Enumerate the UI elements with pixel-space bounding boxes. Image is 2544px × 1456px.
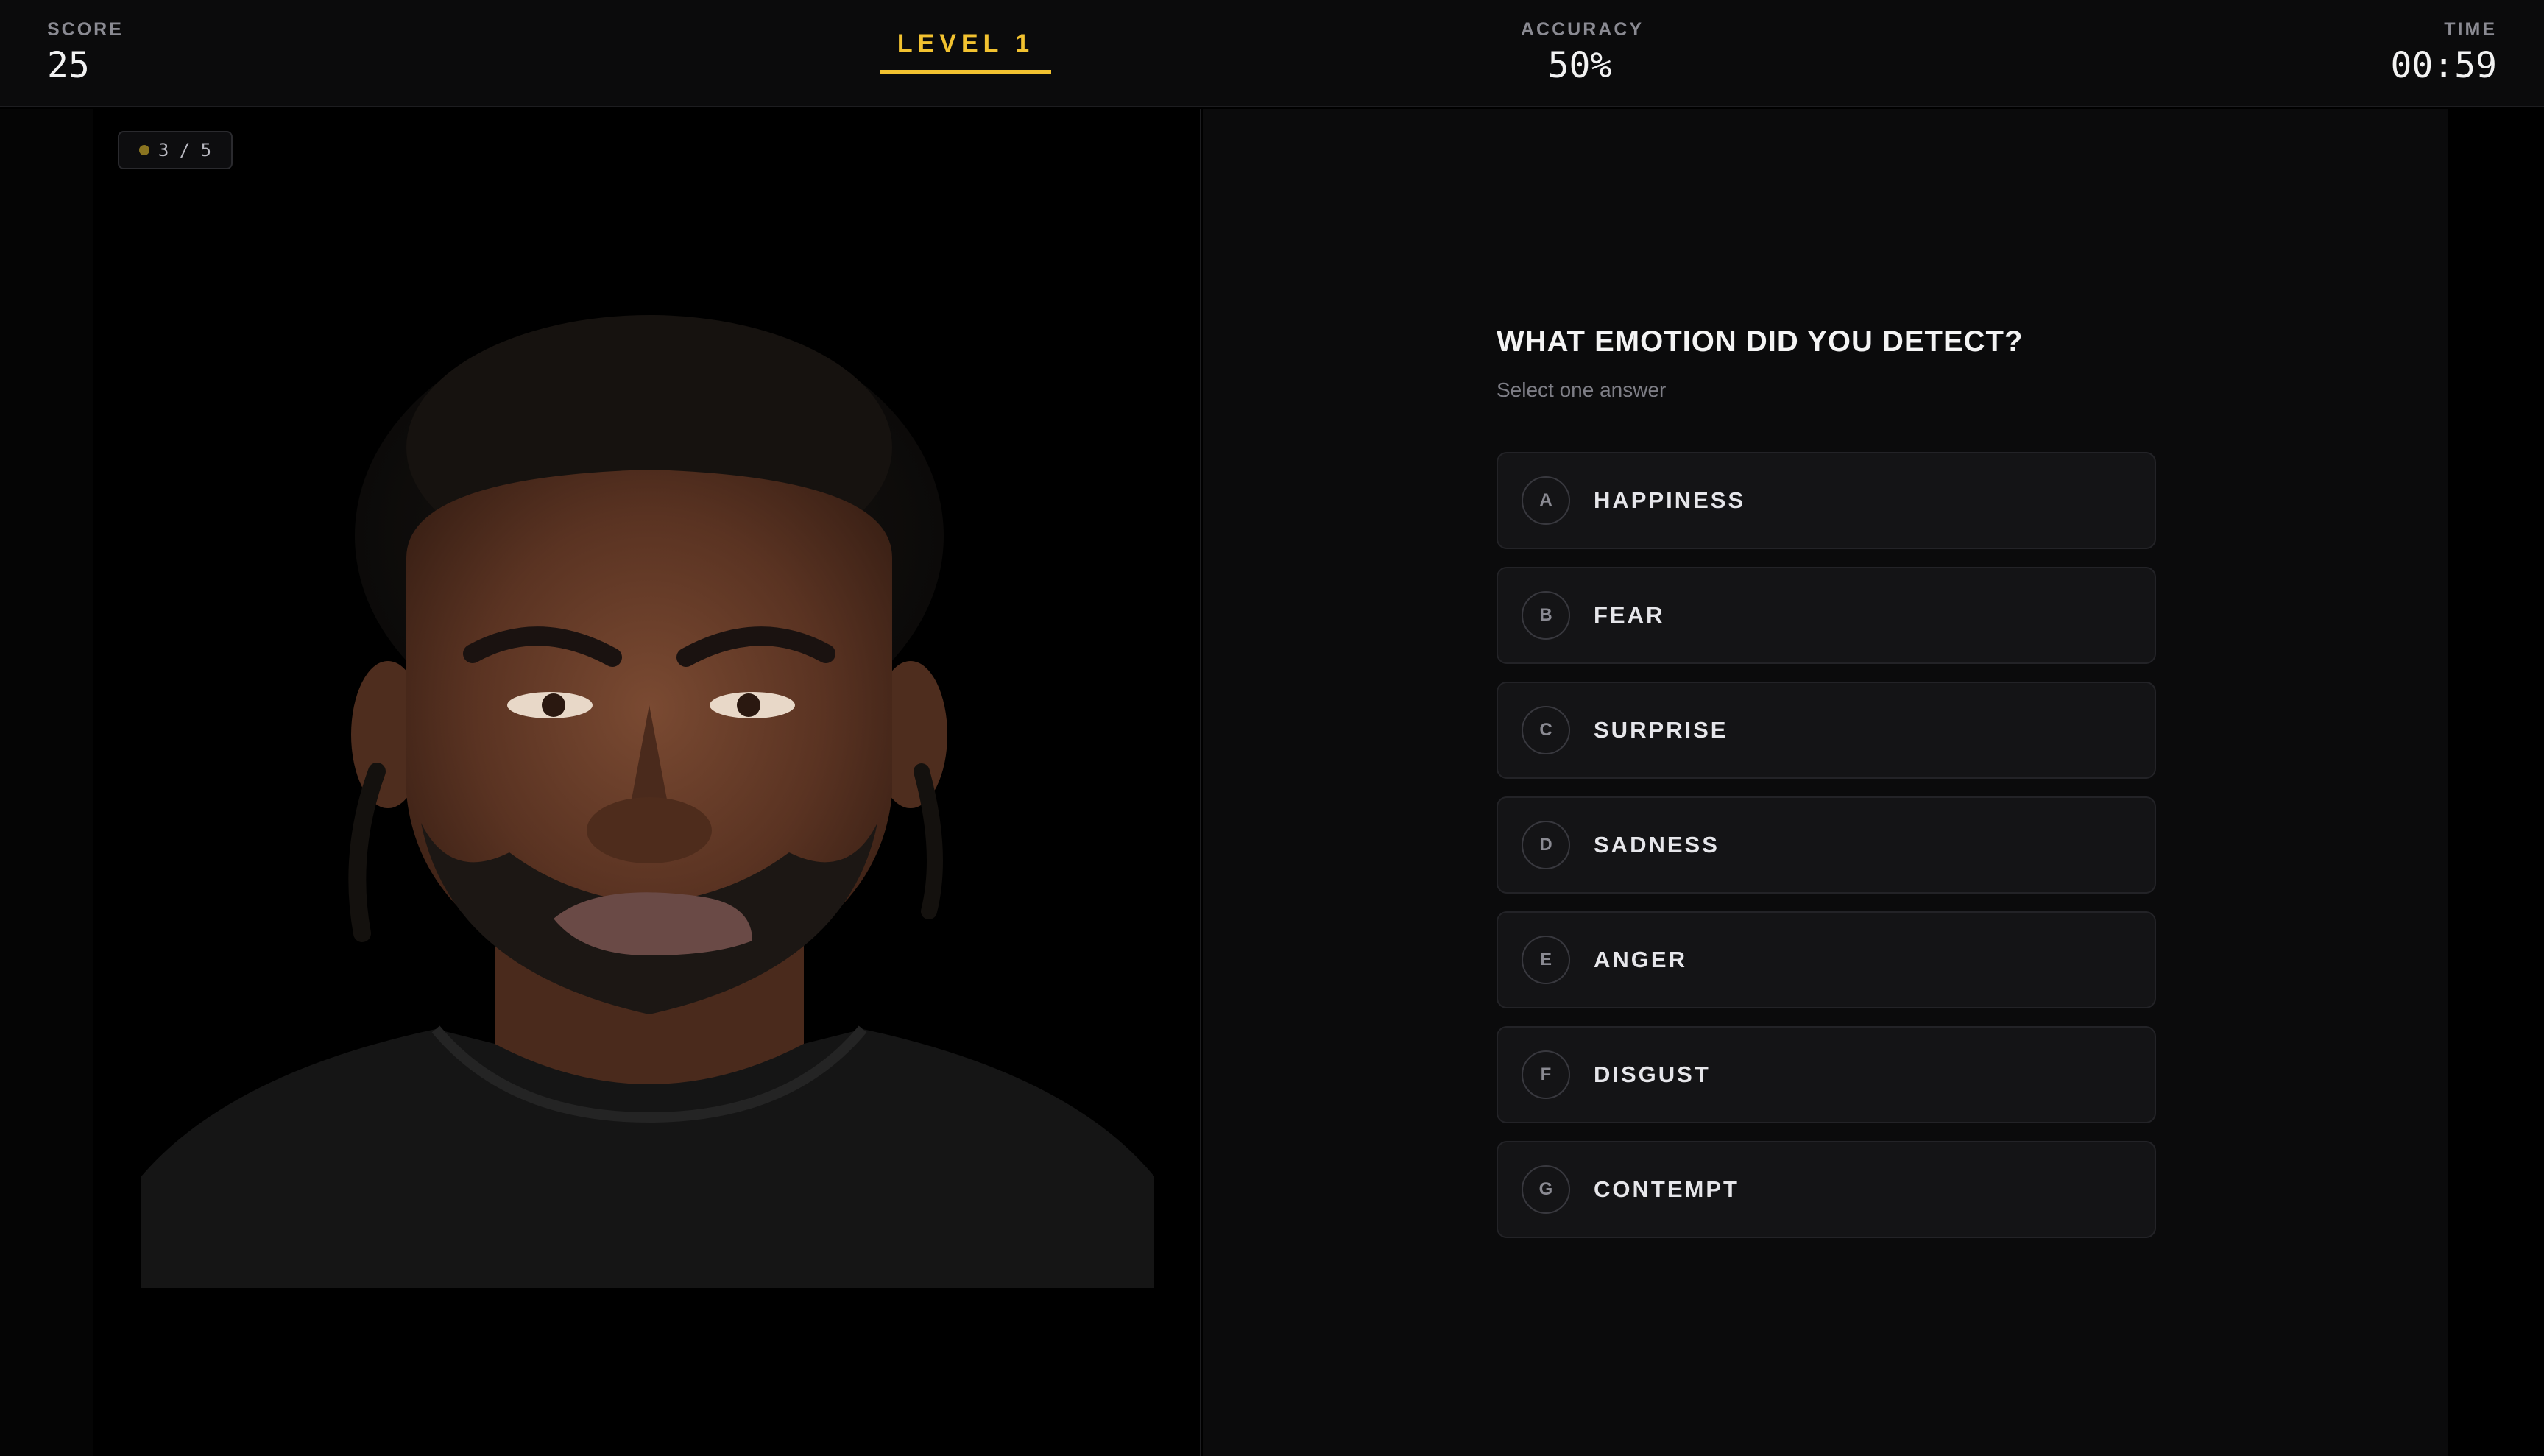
accuracy-value: 50% xyxy=(1547,45,1612,86)
option-label: FEAR xyxy=(1594,602,1665,628)
top-bar: SCORE 25 LEVEL 1 ACCURACY 50% TIME 00:59 xyxy=(0,0,2544,107)
score-value: 25 xyxy=(47,45,90,86)
option-label: DISGUST xyxy=(1594,1061,1711,1087)
question-title: WHAT EMOTION DID YOU DETECT? xyxy=(1497,325,2024,358)
level-label: LEVEL 1 xyxy=(897,29,1035,57)
answer-options: A HAPPINESS B FEAR C SURPRISE D SADNESS … xyxy=(1497,452,2156,1256)
option-key-badge: G xyxy=(1522,1165,1570,1214)
score-stat: SCORE 25 xyxy=(47,19,124,86)
panel-edge xyxy=(0,109,93,1456)
option-label: SADNESS xyxy=(1594,832,1720,858)
accuracy-label: ACCURACY xyxy=(1521,19,1644,40)
level-indicator: LEVEL 1 xyxy=(880,29,1051,74)
option-key-badge: A xyxy=(1522,476,1570,525)
option-anger[interactable]: E ANGER xyxy=(1497,911,2156,1008)
option-contempt[interactable]: G CONTEMPT xyxy=(1497,1141,2156,1238)
option-label: SURPRISE xyxy=(1594,717,1728,743)
option-key-badge: C xyxy=(1522,706,1570,754)
time-stat: TIME 00:59 xyxy=(2391,19,2498,86)
option-key-badge: E xyxy=(1522,936,1570,984)
option-key-badge: B xyxy=(1522,591,1570,640)
option-label: CONTEMPT xyxy=(1594,1176,1739,1202)
time-label: TIME xyxy=(2444,19,2497,40)
image-panel: 3 / 5 xyxy=(0,109,1201,1456)
option-label: ANGER xyxy=(1594,947,1687,972)
face-photo xyxy=(141,315,1154,1288)
accuracy-stat: ACCURACY 50% xyxy=(1521,19,1644,86)
right-edge xyxy=(2448,109,2544,1456)
progress-counter: 3 / 5 xyxy=(118,131,233,169)
option-surprise[interactable]: C SURPRISE xyxy=(1497,682,2156,779)
progress-text: 3 / 5 xyxy=(158,140,212,160)
progress-dot-icon xyxy=(138,145,149,155)
option-key-badge: D xyxy=(1522,821,1570,869)
time-value: 00:59 xyxy=(2390,45,2498,86)
score-label: SCORE xyxy=(47,19,124,40)
option-happiness[interactable]: A HAPPINESS xyxy=(1497,452,2156,549)
option-sadness[interactable]: D SADNESS xyxy=(1497,796,2156,894)
option-fear[interactable]: B FEAR xyxy=(1497,567,2156,664)
question-hint: Select one answer xyxy=(1497,378,1667,401)
option-key-badge: F xyxy=(1522,1050,1570,1099)
option-disgust[interactable]: F DISGUST xyxy=(1497,1026,2156,1123)
option-label: HAPPINESS xyxy=(1594,487,1746,513)
